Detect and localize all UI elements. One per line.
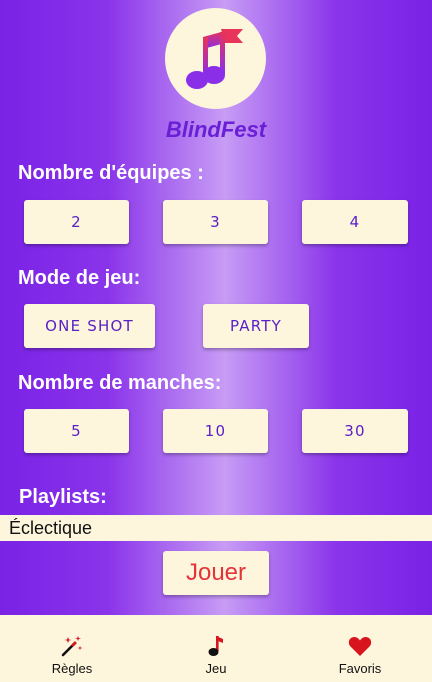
app-title: BlindFest — [165, 117, 267, 142]
bottom-nav: Règles Jeu Favoris — [0, 615, 432, 682]
rounds-option-10[interactable]: 10 — [163, 409, 268, 453]
nav-item-favorites-label: Favoris — [338, 661, 382, 676]
nav-item-game[interactable]: Jeu — [144, 615, 288, 682]
playlist-selector[interactable]: Éclectique — [0, 515, 432, 541]
rounds-label: Nombre de manches: — [18, 372, 222, 394]
game-mode-party-button[interactable]: PARTY — [203, 304, 309, 348]
rounds-option-30[interactable]: 30 — [302, 409, 408, 453]
teams-label: Nombre d'équipes : — [18, 162, 204, 184]
play-button[interactable]: Jouer — [163, 551, 269, 595]
nav-item-rules-label: Règles — [51, 661, 93, 676]
playlists-label: Playlists: — [19, 486, 107, 508]
music-notes-flag-icon — [185, 28, 243, 89]
nav-item-favorites[interactable]: Favoris — [288, 615, 432, 682]
game-mode-one-shot-button[interactable]: ONE SHOT — [24, 304, 155, 348]
nav-item-rules[interactable]: Règles — [0, 615, 144, 682]
teams-option-4[interactable]: 4 — [302, 200, 408, 244]
music-note-icon — [208, 635, 224, 657]
app-logo — [165, 8, 266, 109]
teams-option-3[interactable]: 3 — [163, 200, 268, 244]
game-mode-label: Mode de jeu: — [18, 267, 141, 289]
heart-icon — [348, 635, 372, 657]
nav-item-game-label: Jeu — [205, 661, 227, 676]
teams-option-2[interactable]: 2 — [24, 200, 129, 244]
magic-wand-icon — [60, 635, 84, 657]
rounds-option-5[interactable]: 5 — [24, 409, 129, 453]
